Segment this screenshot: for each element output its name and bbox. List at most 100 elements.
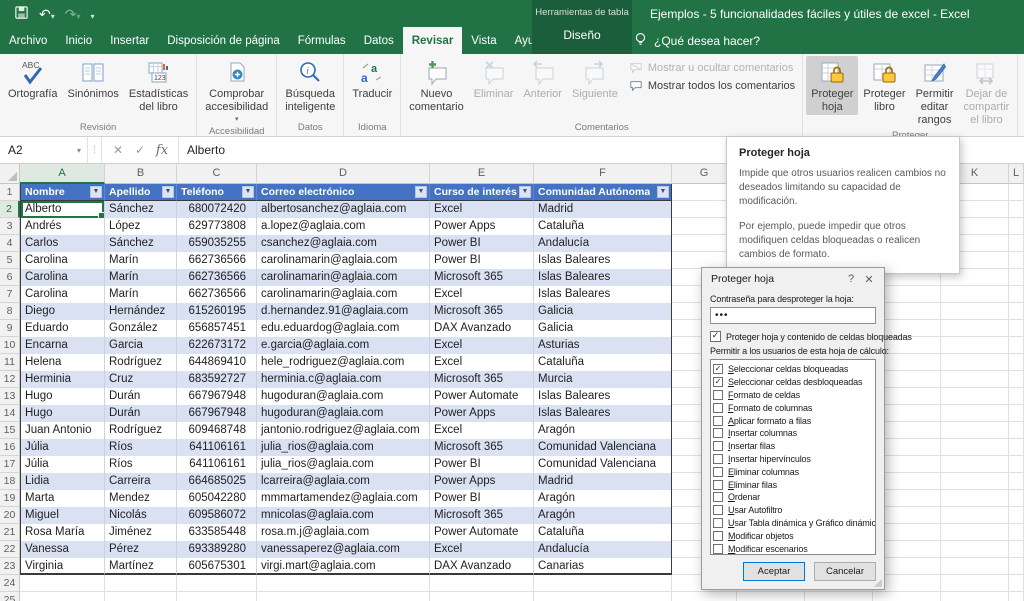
cell-F22[interactable]: Andalucía [534, 541, 672, 558]
cell-B12[interactable]: Cruz [105, 371, 177, 388]
permission-item[interactable]: Aplicar formato a filas [713, 414, 873, 427]
cell-F4[interactable]: Andalucía [534, 235, 672, 252]
permission-checkbox[interactable] [713, 492, 723, 502]
traducir-button[interactable]: aa Traducir [347, 56, 397, 102]
cell-A23[interactable]: Virginia [20, 558, 105, 575]
cell-E8[interactable]: Microsoft 365 [430, 303, 534, 320]
filter-button[interactable]: ▼ [162, 186, 174, 198]
cell-E15[interactable]: Excel [430, 422, 534, 439]
cell-C9[interactable]: 656857451 [177, 320, 257, 337]
cell-A18[interactable]: Lidia [20, 473, 105, 490]
cell-E17[interactable]: Power BI [430, 456, 534, 473]
cell-B10[interactable]: Garcia [105, 337, 177, 354]
permission-checkbox[interactable] [713, 428, 723, 438]
cell-A13[interactable]: Hugo [20, 388, 105, 405]
row-header-12[interactable]: 12 [0, 371, 20, 388]
row-header-4[interactable]: 4 [0, 235, 20, 252]
permission-checkbox[interactable] [713, 505, 723, 515]
cell-A25[interactable] [20, 592, 105, 601]
cell-K7[interactable] [941, 286, 1009, 303]
cell-E3[interactable]: Power Apps [430, 218, 534, 235]
cell-L22[interactable] [1009, 541, 1024, 558]
cell-L11[interactable] [1009, 354, 1024, 371]
cell-A10[interactable]: Encarna [20, 337, 105, 354]
permission-checkbox[interactable] [713, 544, 723, 554]
column-header-E[interactable]: E [430, 164, 534, 184]
cell-E7[interactable]: Excel [430, 286, 534, 303]
cell-A3[interactable]: Andrés [20, 218, 105, 235]
cell-C13[interactable]: 667967948 [177, 388, 257, 405]
cell-A9[interactable]: Eduardo [20, 320, 105, 337]
cell-I25[interactable] [805, 592, 873, 601]
cell-D21[interactable]: rosa.m.j@aglaia.com [257, 524, 430, 541]
cell-F16[interactable]: Comunidad Valenciana [534, 439, 672, 456]
cell-B7[interactable]: Marín [105, 286, 177, 303]
cell-E9[interactable]: DAX Avanzado [430, 320, 534, 337]
cell-L15[interactable] [1009, 422, 1024, 439]
cell-E16[interactable]: Microsoft 365 [430, 439, 534, 456]
cell-K20[interactable] [941, 507, 1009, 524]
ribbon-tab-vista[interactable]: Vista [462, 27, 505, 54]
customize-qat-icon[interactable]: ▾ [91, 7, 95, 21]
cell-F14[interactable]: Islas Baleares [534, 405, 672, 422]
row-header-22[interactable]: 22 [0, 541, 20, 558]
row-header-19[interactable]: 19 [0, 490, 20, 507]
cell-A5[interactable]: Carolina [20, 252, 105, 269]
dejar-compartir-libro-button[interactable]: Dejar de compartir el libro [958, 56, 1014, 128]
cell-A6[interactable]: Carolina [20, 269, 105, 286]
cell-C4[interactable]: 659035255 [177, 235, 257, 252]
cell-B13[interactable]: Durán [105, 388, 177, 405]
row-header-14[interactable]: 14 [0, 405, 20, 422]
cell-B23[interactable]: Martínez [105, 558, 177, 575]
permission-item[interactable]: Ordenar [713, 491, 873, 504]
protect-option-row[interactable]: ✓ Proteger hoja y contenido de celdas bl… [710, 331, 876, 342]
cell-F15[interactable]: Aragón [534, 422, 672, 439]
cell-E24[interactable] [430, 575, 534, 592]
cell-C5[interactable]: 662736566 [177, 252, 257, 269]
cell-D19[interactable]: mmmartamendez@aglaia.com [257, 490, 430, 507]
cell-L1[interactable] [1009, 184, 1024, 201]
name-box-caret-icon[interactable]: ▾ [77, 146, 81, 155]
cell-K22[interactable] [941, 541, 1009, 558]
cell-E19[interactable]: Power BI [430, 490, 534, 507]
permission-checkbox[interactable] [713, 518, 723, 528]
cell-C16[interactable]: 641106161 [177, 439, 257, 456]
redo-icon[interactable]: ↷▾ [65, 7, 81, 21]
filter-button[interactable]: ▼ [415, 186, 427, 198]
row-header-8[interactable]: 8 [0, 303, 20, 320]
permission-checkbox[interactable]: ✓ [713, 377, 723, 387]
cell-F9[interactable]: Galicia [534, 320, 672, 337]
cell-E22[interactable]: Excel [430, 541, 534, 558]
row-header-15[interactable]: 15 [0, 422, 20, 439]
ribbon-tab-insertar[interactable]: Insertar [101, 27, 158, 54]
permission-checkbox[interactable] [713, 454, 723, 464]
cell-L5[interactable] [1009, 252, 1024, 269]
cell-D10[interactable]: e.garcia@aglaia.com [257, 337, 430, 354]
cell-K8[interactable] [941, 303, 1009, 320]
select-all-corner[interactable] [0, 164, 20, 184]
cell-E23[interactable]: DAX Avanzado [430, 558, 534, 575]
cell-B4[interactable]: Sánchez [105, 235, 177, 252]
cell-K11[interactable] [941, 354, 1009, 371]
siguiente-comentario-button[interactable]: Siguiente [567, 56, 623, 102]
cell-D16[interactable]: julia_rios@aglaia.com [257, 439, 430, 456]
cell-D12[interactable]: herminia.c@aglaia.com [257, 371, 430, 388]
ribbon-tab-disposición-de-página[interactable]: Disposición de página [158, 27, 289, 54]
cell-F18[interactable]: Madrid [534, 473, 672, 490]
cell-L21[interactable] [1009, 524, 1024, 541]
estadisticas-libro-button[interactable]: 123 Estadísticas del libro [124, 56, 193, 115]
cell-K17[interactable] [941, 456, 1009, 473]
cell-B3[interactable]: López [105, 218, 177, 235]
table-header-E[interactable]: Curso de interés▼ [430, 184, 534, 201]
cell-F7[interactable]: Islas Baleares [534, 286, 672, 303]
ribbon-tab-fórmulas[interactable]: Fórmulas [289, 27, 355, 54]
permission-checkbox[interactable] [713, 403, 723, 413]
cell-B15[interactable]: Rodríguez [105, 422, 177, 439]
row-header-13[interactable]: 13 [0, 388, 20, 405]
cell-A8[interactable]: Diego [20, 303, 105, 320]
cell-C12[interactable]: 683592727 [177, 371, 257, 388]
nuevo-comentario-button[interactable]: Nuevo comentario [404, 56, 468, 115]
filter-button[interactable]: ▼ [657, 186, 669, 198]
dialog-titlebar[interactable]: Proteger hoja ? ✕ [702, 268, 884, 290]
cell-E11[interactable]: Excel [430, 354, 534, 371]
